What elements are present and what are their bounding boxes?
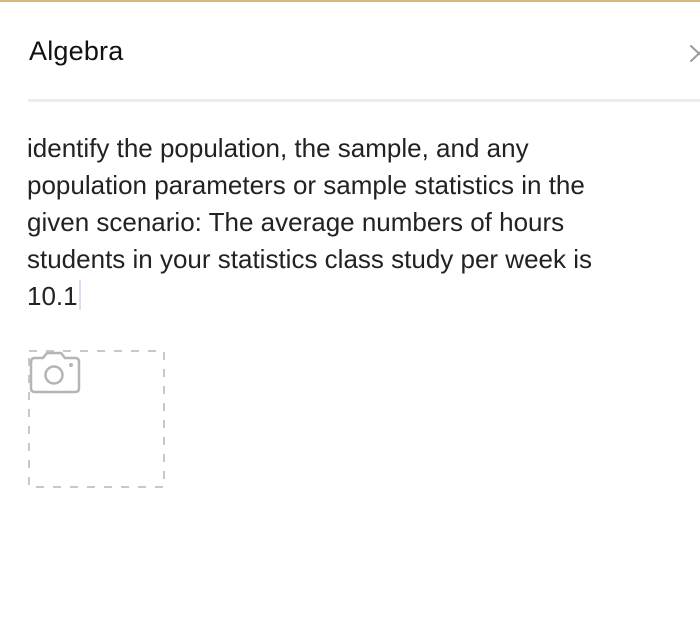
close-icon[interactable] [688, 42, 700, 64]
question-text: identify the population, the sample, and… [27, 133, 593, 311]
camera-icon [29, 351, 81, 394]
header-divider [28, 99, 700, 102]
question-text-area[interactable]: identify the population, the sample, and… [27, 130, 667, 315]
add-photo-button[interactable] [28, 350, 165, 488]
subject-title: Algebra [29, 36, 124, 66]
header: Algebra [0, 2, 700, 100]
text-cursor [78, 280, 81, 310]
